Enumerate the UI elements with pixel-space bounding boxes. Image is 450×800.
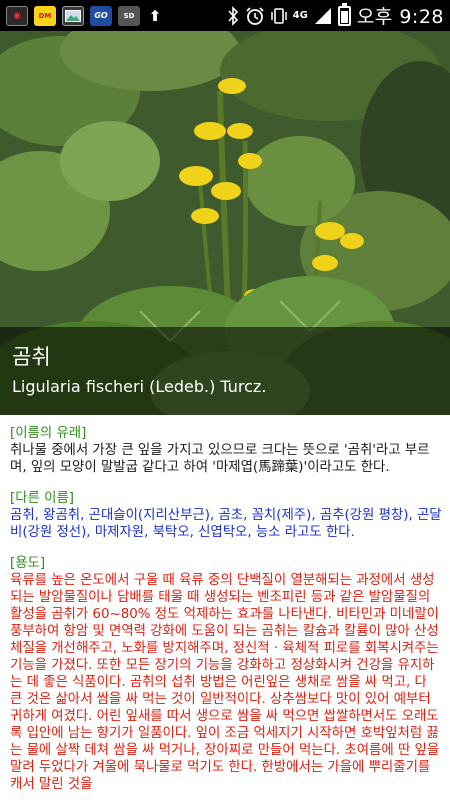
- plant-scientific-name: Ligularia fischeri (Ledeb.) Turcz.: [12, 377, 267, 396]
- status-bar: ◉ DM GO SD ⬆ 4G 오후 9:28: [0, 0, 450, 31]
- plant-photo: 곰취 Ligularia fischeri (Ledeb.) Turcz.: [0, 31, 450, 415]
- sd-card-icon: SD: [118, 5, 140, 26]
- camera-icon: ◉: [6, 5, 28, 26]
- plant-caption: 곰취 Ligularia fischeri (Ledeb.) Turcz.: [0, 327, 450, 415]
- alarm-icon: [245, 6, 265, 26]
- description-scroll[interactable]: [이름의 유래] 취나물 중에서 가장 큰 잎을 가지고 있으므로 크다는 뜻으…: [0, 415, 450, 800]
- gallery-icon: [62, 5, 84, 26]
- section-body-other-names: 곰취, 왕곰취, 곤대슬이(지리산부근), 곰초, 꼼치(제주), 곰추(강원 …: [10, 508, 442, 540]
- clock: 오후 9:28: [356, 6, 444, 28]
- signal-icon: [314, 7, 332, 25]
- download-icon: ⬆: [148, 6, 162, 25]
- notification-icons: ◉ DM GO SD ⬆: [6, 5, 164, 26]
- plant-name: 곰취: [12, 345, 51, 369]
- battery-icon: [337, 2, 351, 26]
- bluetooth-icon: [227, 5, 239, 26]
- cjk-app-icon: DM: [34, 5, 56, 26]
- network-type: 4G: [292, 10, 308, 21]
- section-body-origin: 취나물 중에서 가장 큰 잎을 가지고 있으므로 크다는 뜻으로 '곰취'라고 …: [10, 443, 430, 475]
- section-heading-usage: [용도]: [10, 556, 46, 571]
- system-icons: 4G 오후 9:28: [227, 2, 444, 29]
- game-icon: GO: [90, 5, 112, 26]
- section-heading-origin: [이름의 유래]: [10, 426, 87, 441]
- vibrate-icon: [270, 6, 287, 26]
- section-body-usage: 육류를 높은 온도에서 구울 때 육류 중의 단백질이 열분해되는 과정에서 생…: [10, 573, 440, 792]
- section-heading-other-names: [다른 이름]: [10, 491, 74, 506]
